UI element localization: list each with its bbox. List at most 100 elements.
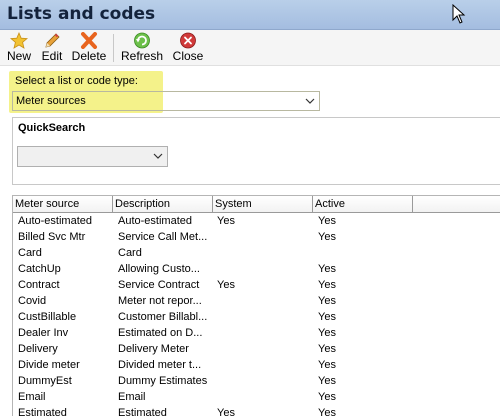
cell-active: Yes xyxy=(318,231,336,243)
refresh-icon xyxy=(134,32,150,49)
table-row[interactable]: CustBillable Customer Billabl... Yes xyxy=(13,309,500,325)
cell-description: Service Call Met... xyxy=(118,231,208,243)
cell-active: Yes xyxy=(318,407,336,416)
chevron-down-icon xyxy=(305,98,315,104)
refresh-button-label: Refresh xyxy=(120,49,164,63)
table-row[interactable]: Dealer Inv Estimated on D... Yes xyxy=(13,325,500,341)
cell-meter-source: Delivery xyxy=(18,343,58,355)
cell-meter-source: Auto-estimated xyxy=(18,215,92,227)
table-row[interactable]: Auto-estimated Auto-estimated Yes Yes xyxy=(13,213,500,229)
table-row[interactable]: Covid Meter not repor... Yes xyxy=(13,293,500,309)
cell-active: Yes xyxy=(318,263,336,275)
table-row[interactable]: Delivery Delivery Meter Yes xyxy=(13,341,500,357)
cell-description: Email xyxy=(118,391,146,403)
cell-description: Dummy Estimates xyxy=(118,375,208,387)
cell-system: Yes xyxy=(217,215,235,227)
cell-meter-source: Contract xyxy=(18,279,60,291)
cell-description: Divided meter t... xyxy=(118,359,202,371)
cell-active: Yes xyxy=(318,359,336,371)
meter-sources-grid: Meter source Description System Active A… xyxy=(12,195,500,416)
cell-active: Yes xyxy=(318,343,336,355)
cell-description: Service Contract xyxy=(118,279,200,291)
cell-meter-source: CatchUp xyxy=(18,263,61,275)
grid-rows: Auto-estimated Auto-estimated Yes Yes Billed… xyxy=(13,213,500,416)
column-header-system[interactable]: System xyxy=(213,196,313,213)
close-button[interactable]: Close xyxy=(171,32,205,64)
type-selector-value: Meter sources xyxy=(16,95,86,107)
edit-button[interactable]: Edit xyxy=(38,32,66,64)
cell-meter-source: CustBillable xyxy=(18,311,77,323)
cell-system xyxy=(217,325,310,341)
column-header-active[interactable]: Active xyxy=(313,196,413,213)
cell-system xyxy=(217,229,310,245)
table-row[interactable]: Card Card xyxy=(13,245,500,261)
cell-active: Yes xyxy=(318,391,336,403)
cell-description: Auto-estimated xyxy=(118,215,192,227)
column-header-filler xyxy=(413,196,500,213)
cell-system xyxy=(217,261,310,277)
quicksearch-dropdown[interactable] xyxy=(17,146,168,167)
cell-system: Yes xyxy=(217,407,235,416)
window-title: Lists and codes xyxy=(7,4,156,24)
cell-system xyxy=(217,245,310,261)
close-icon xyxy=(180,32,196,49)
column-header-meter-source[interactable]: Meter source xyxy=(13,196,113,213)
column-header-description[interactable]: Description xyxy=(113,196,213,213)
mouse-cursor-icon xyxy=(452,4,466,24)
cell-meter-source: Covid xyxy=(18,295,47,307)
cell-meter-source: Billed Svc Mtr xyxy=(18,231,86,243)
table-row[interactable]: Billed Svc Mtr Service Call Met... Yes xyxy=(13,229,500,245)
title-bar: Lists and codes xyxy=(0,0,500,30)
cell-system xyxy=(217,341,310,357)
cell-system: Yes xyxy=(217,279,235,291)
cell-active: Yes xyxy=(318,279,336,291)
grid-header: Meter source Description System Active xyxy=(13,196,500,213)
cell-description: Allowing Custo... xyxy=(118,263,200,275)
cell-active: Yes xyxy=(318,295,336,307)
refresh-button[interactable]: Refresh xyxy=(120,32,164,64)
cell-active: Yes xyxy=(318,311,336,323)
new-button-label: New xyxy=(6,49,31,63)
delete-button[interactable]: Delete xyxy=(70,32,108,64)
cell-system xyxy=(217,389,310,405)
table-row[interactable]: CatchUp Allowing Custo... Yes xyxy=(13,261,500,277)
cell-meter-source: Dealer Inv xyxy=(18,327,69,339)
cell-meter-source: Email xyxy=(18,391,46,403)
type-selector-dropdown[interactable]: Meter sources xyxy=(12,91,320,111)
pencil-icon xyxy=(45,33,60,48)
cell-system xyxy=(217,373,310,389)
cell-system xyxy=(217,357,310,373)
delete-button-label: Delete xyxy=(71,49,107,63)
star-icon xyxy=(10,32,28,49)
chevron-down-icon xyxy=(153,153,163,159)
edit-button-label: Edit xyxy=(41,49,63,63)
table-row[interactable]: Divide meter Divided meter t... Yes xyxy=(13,357,500,373)
new-button[interactable]: New xyxy=(4,32,34,64)
delete-x-icon xyxy=(81,32,97,49)
cell-active: Yes xyxy=(318,375,336,387)
cell-description: Card xyxy=(118,247,142,259)
cell-active: Yes xyxy=(318,327,336,339)
table-row[interactable]: Contract Service Contract Yes Yes xyxy=(13,277,500,293)
table-row[interactable]: Estimated Estimated Yes Yes xyxy=(13,405,500,416)
cell-description: Estimated xyxy=(118,407,167,416)
cell-description: Customer Billabl... xyxy=(118,311,208,323)
cell-active: Yes xyxy=(318,215,336,227)
cell-meter-source: Estimated xyxy=(18,407,67,416)
close-button-label: Close xyxy=(172,49,204,63)
cell-meter-source: DummyEst xyxy=(18,375,72,387)
cell-description: Meter not repor... xyxy=(118,295,202,307)
cell-system xyxy=(217,309,310,325)
toolbar-separator xyxy=(113,34,114,62)
table-row[interactable]: Email Email Yes xyxy=(13,389,500,405)
cell-description: Estimated on D... xyxy=(118,327,203,339)
toolbar: New Edit Delete Refresh Close xyxy=(0,30,500,66)
cell-description: Delivery Meter xyxy=(118,343,189,355)
cell-meter-source: Card xyxy=(18,247,42,259)
quicksearch-title: QuickSearch xyxy=(18,122,86,134)
type-selector-label: Select a list or code type: xyxy=(15,75,138,87)
table-row[interactable]: DummyEst Dummy Estimates Yes xyxy=(13,373,500,389)
cell-meter-source: Divide meter xyxy=(18,359,80,371)
cell-system xyxy=(217,293,310,309)
cell-active xyxy=(318,245,411,261)
